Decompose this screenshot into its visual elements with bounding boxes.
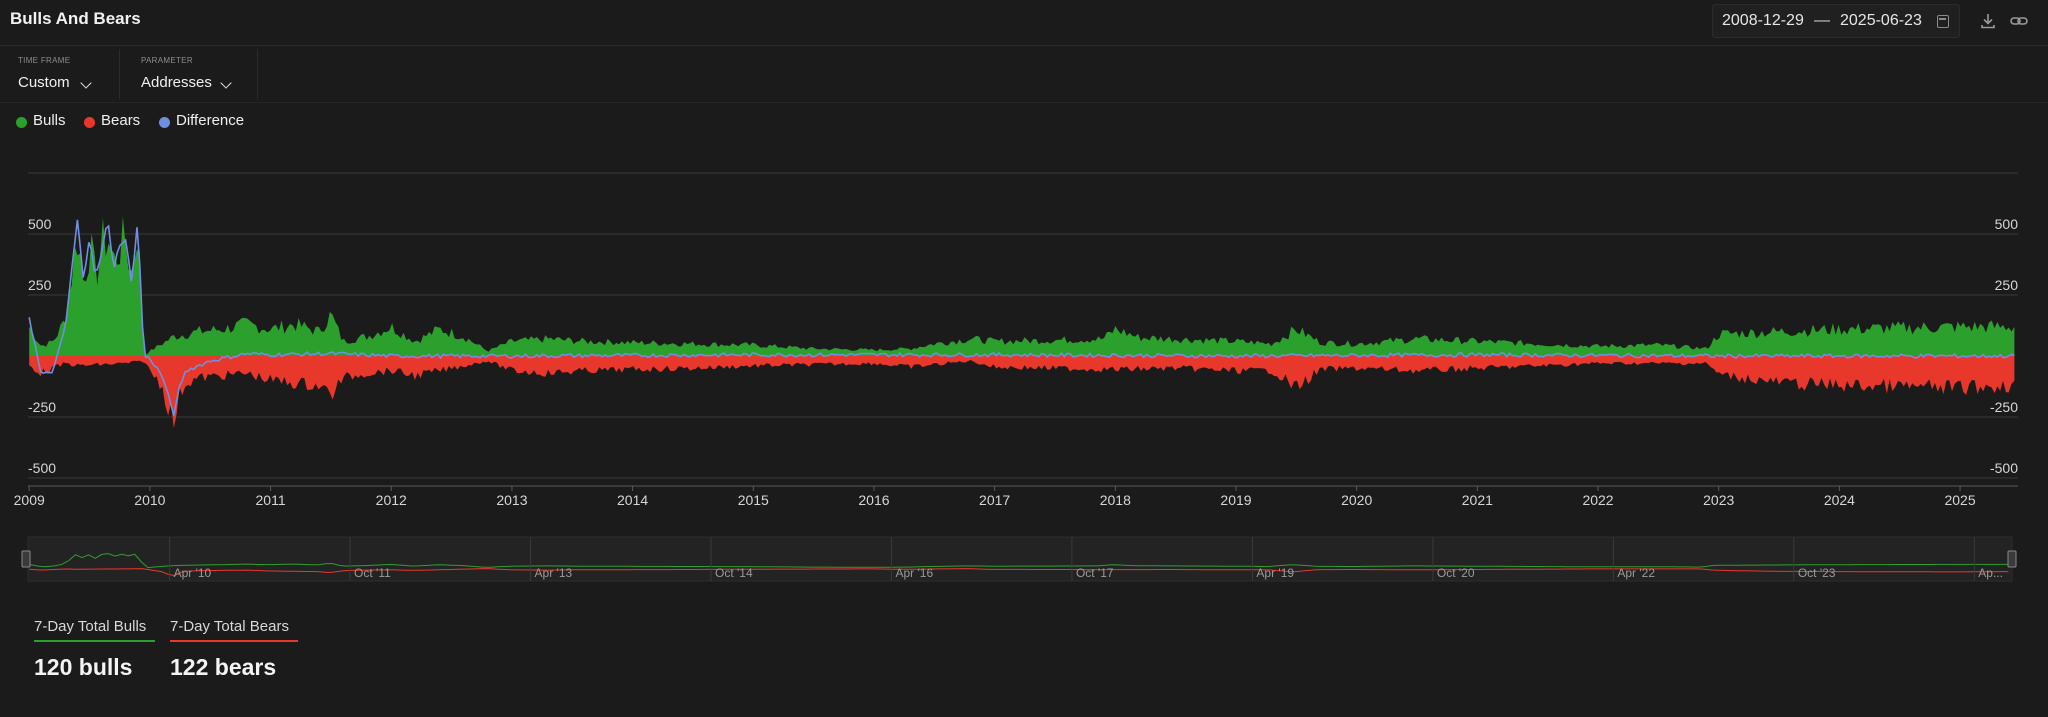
- divider: [0, 102, 2048, 103]
- y-tick-label: 250: [1995, 277, 2019, 293]
- navigator-label: Oct '14: [715, 566, 753, 580]
- x-tick-label: 2011: [256, 492, 286, 508]
- divider: [257, 49, 258, 99]
- navigator-label: Oct '20: [1437, 566, 1475, 580]
- y-tick-label: -250: [28, 399, 56, 415]
- parameter-value[interactable]: Addresses: [141, 74, 212, 91]
- date-to[interactable]: 2025-06-23: [1840, 12, 1922, 30]
- x-tick-label: 2015: [738, 492, 769, 508]
- date-from[interactable]: 2008-12-29: [1722, 12, 1804, 30]
- navigator-label: Apr '10: [174, 566, 212, 580]
- navigator-label: Apr '13: [535, 566, 573, 580]
- x-tick-label: 2009: [14, 492, 45, 508]
- stat-bulls-label: 7-Day Total Bulls: [34, 618, 155, 635]
- x-tick-label: 2023: [1703, 492, 1734, 508]
- legend-label: Difference: [176, 112, 244, 129]
- stat-bears-underline: [170, 640, 298, 642]
- navigator-label: Oct '11: [354, 566, 391, 580]
- page-title: Bulls And Bears: [10, 9, 141, 29]
- parameter-label: PARAMETER: [141, 56, 193, 65]
- legend-label: Bulls: [33, 112, 66, 129]
- series-bulls-area: [29, 216, 2014, 356]
- y-tick-label: -250: [1990, 399, 2018, 415]
- bulls-bears-chart[interactable]: 500 500 250 250 -250 -250 -500 -500 2009 2010 2011…: [0, 130, 2048, 530]
- y-tick-label: 500: [28, 216, 52, 232]
- x-tick-label: 2016: [858, 492, 889, 508]
- legend-dot-difference: [159, 117, 170, 128]
- legend-label: Bears: [101, 112, 140, 129]
- link-icon[interactable]: [2008, 10, 2030, 32]
- x-tick-label: 2020: [1341, 492, 1372, 508]
- stat-bears-value: 122 bears: [170, 654, 298, 681]
- navigator-label: Oct '23: [1798, 566, 1836, 580]
- y-tick-label: 250: [28, 277, 52, 293]
- navigator-handle-right[interactable]: [2008, 551, 2016, 567]
- chevron-down-icon[interactable]: [220, 77, 231, 88]
- calendar-icon[interactable]: [1937, 15, 1949, 28]
- date-range-picker[interactable]: 2008-12-29 — 2025-06-23: [1712, 4, 1960, 38]
- x-tick-label: 2022: [1582, 492, 1613, 508]
- x-tick-label: 2012: [376, 492, 407, 508]
- time-frame-select[interactable]: TIME FRAME Custom: [0, 47, 118, 102]
- date-separator: —: [1814, 12, 1830, 30]
- range-navigator[interactable]: Apr '10 Oct '11 Apr '13 Oct '14 Apr '16 Oct '…: [0, 535, 2048, 585]
- chart-controls: TIME FRAME Custom PARAMETER Addresses: [0, 47, 260, 102]
- chevron-down-icon[interactable]: [80, 77, 91, 88]
- parameter-select[interactable]: PARAMETER Addresses: [120, 47, 256, 102]
- x-tick-label: 2017: [979, 492, 1010, 508]
- y-tick-label: 500: [1995, 216, 2019, 232]
- legend-dot-bears: [84, 117, 95, 128]
- x-tick-label: 2013: [496, 492, 527, 508]
- y-tick-label: -500: [28, 460, 56, 476]
- y-tick-label: -500: [1990, 460, 2018, 476]
- x-tick-label: 2018: [1100, 492, 1131, 508]
- navigator-label: Apr '19: [1256, 566, 1294, 580]
- x-tick-label: 2024: [1824, 492, 1855, 508]
- x-tick-label: 2021: [1462, 492, 1493, 508]
- header-bar: Bulls And Bears 2008-12-29 — 2025-06-23: [0, 0, 2048, 46]
- x-tick-label: 2025: [1944, 492, 1975, 508]
- download-icon[interactable]: [1977, 10, 1999, 32]
- stat-bulls-underline: [34, 640, 155, 642]
- navigator-label: Apr '16: [895, 566, 933, 580]
- navigator-label: Ap...: [1978, 566, 2003, 580]
- navigator-label: Oct '17: [1076, 566, 1114, 580]
- navigator-label: Apr '22: [1617, 566, 1655, 580]
- stat-bulls: 7-Day Total Bulls 120 bulls: [34, 618, 155, 681]
- stat-bears: 7-Day Total Bears 122 bears: [170, 618, 298, 681]
- x-tick-label: 2010: [134, 492, 165, 508]
- navigator-track: [28, 537, 2012, 581]
- time-frame-value[interactable]: Custom: [18, 74, 70, 91]
- stat-bears-label: 7-Day Total Bears: [170, 618, 298, 635]
- time-frame-label: TIME FRAME: [18, 56, 70, 65]
- stat-bulls-value: 120 bulls: [34, 654, 155, 681]
- legend-dot-bulls: [16, 117, 27, 128]
- x-tick-label: 2014: [617, 492, 648, 508]
- navigator-handle-left[interactable]: [22, 551, 30, 567]
- x-tick-label: 2019: [1220, 492, 1251, 508]
